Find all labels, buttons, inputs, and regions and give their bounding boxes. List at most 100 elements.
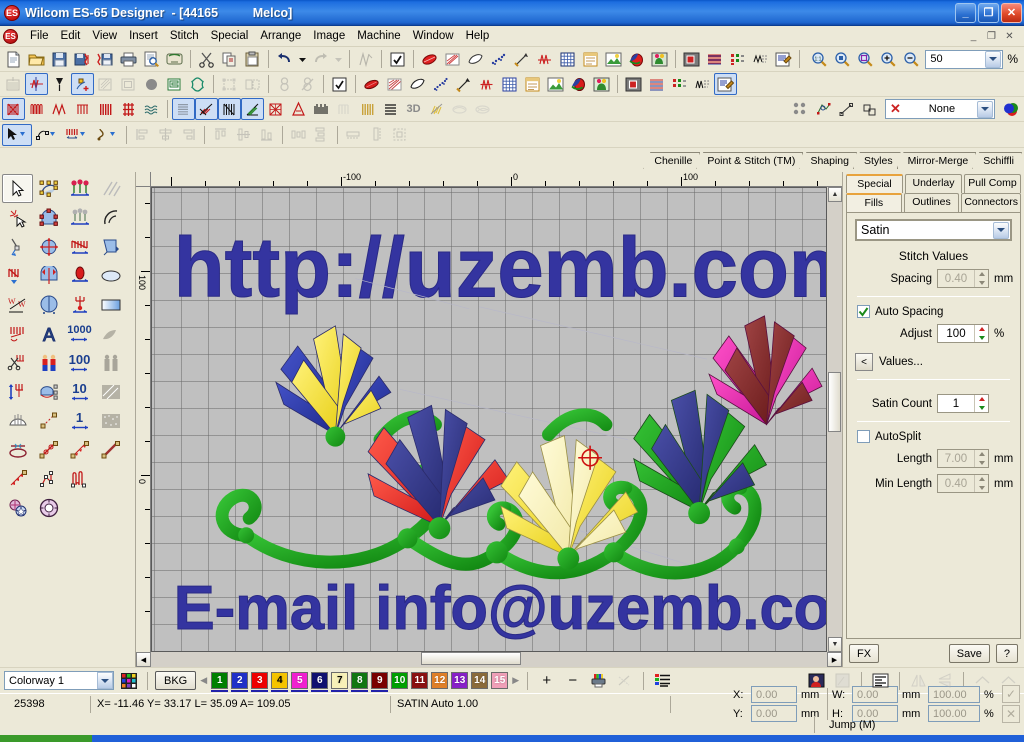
stitch-view-button[interactable] [703, 48, 726, 70]
stitch-count-10-button[interactable]: 10 [64, 377, 95, 406]
color-swatch-14[interactable]: 14 [471, 672, 489, 689]
scroll-right-button[interactable]: ▶ [827, 652, 842, 667]
letter-a-tool-button[interactable]: A [33, 319, 64, 348]
exit-point-button[interactable] [858, 98, 881, 120]
candlewick-button[interactable] [333, 98, 356, 120]
remove-stitches-tool-button[interactable] [2, 319, 33, 348]
anchor-stitch-tool-button[interactable] [64, 290, 95, 319]
palette-icon[interactable] [117, 670, 140, 692]
ungroup-button[interactable] [241, 73, 264, 95]
stitch-editor-tool-button[interactable] [2, 261, 33, 290]
x-input[interactable]: 0.00 [751, 686, 797, 703]
fill-type-combo[interactable]: Satin [855, 219, 1012, 241]
zigzag-line-tool-button[interactable] [64, 464, 95, 493]
redo-dropdown-button[interactable] [332, 48, 345, 70]
motif-line-tool-button[interactable] [64, 435, 95, 464]
same-size-button[interactable] [388, 124, 411, 146]
mirror-horizontal-tool-button[interactable] [33, 261, 64, 290]
mirror-merge-tool-button[interactable] [33, 232, 64, 261]
print-button[interactable] [117, 48, 140, 70]
satin-count-spin-buttons[interactable] [974, 395, 988, 412]
align-bottom-button[interactable] [255, 124, 278, 146]
star-stamp-tool-button[interactable] [2, 493, 33, 522]
stitch-count-1-button[interactable]: 1 [64, 406, 95, 435]
length-spin-buttons[interactable] [974, 450, 988, 467]
stitch-mode-button[interactable] [62, 124, 92, 146]
satin-column-button[interactable] [218, 98, 241, 120]
zoom-level-combo[interactable]: 50 [925, 49, 1004, 69]
zoom-1-1-button[interactable]: 1:1 [808, 48, 831, 70]
arc-tool-button[interactable] [95, 203, 126, 232]
doctab-styles[interactable]: Styles [853, 152, 901, 169]
menu-edit[interactable]: Edit [55, 28, 87, 44]
auto-spacing-row[interactable]: Auto Spacing [857, 305, 1012, 318]
redo-button[interactable] [309, 48, 332, 70]
doctab-point-and-stitch[interactable]: Point & Stitch (TM) [696, 152, 803, 169]
straight-line-tool-button[interactable] [95, 435, 126, 464]
color-swatch-9[interactable]: 9 [371, 672, 389, 692]
hoop-toggle-button[interactable] [579, 48, 602, 70]
zoom-to-hoop-button[interactable] [854, 48, 877, 70]
entry-point-button[interactable] [835, 98, 858, 120]
menu-arrange[interactable]: Arrange [254, 28, 307, 44]
minimize-button[interactable]: _ [955, 2, 976, 23]
zigzag-stitch-button[interactable] [25, 98, 48, 120]
undo-dropdown-button[interactable] [296, 48, 309, 70]
ripple-stitch-button[interactable] [140, 98, 163, 120]
design-canvas[interactable]: http://uzemb.com E-mail info@uzemb.com [151, 187, 827, 652]
new-document-button[interactable] [2, 48, 25, 70]
min-length-spin-buttons[interactable] [974, 475, 988, 492]
satin-fill-button[interactable] [418, 48, 441, 70]
e-stitch-button[interactable] [48, 98, 71, 120]
lock-object-button[interactable] [273, 73, 296, 95]
check-properties-button[interactable] [328, 73, 351, 95]
hoop-view-button[interactable] [521, 73, 544, 95]
mdi-close-button[interactable]: ✕ [1002, 29, 1017, 43]
bitmap-toggle-button[interactable] [622, 73, 645, 95]
stitch-lines-button[interactable] [645, 73, 668, 95]
ellipse-tool-button[interactable] [95, 261, 126, 290]
needle-points-button[interactable] [726, 48, 749, 70]
color-swatch-12[interactable]: 12 [431, 672, 449, 689]
mirror-vertical-icon[interactable] [933, 670, 956, 692]
satin-blob-tool-button[interactable] [64, 261, 95, 290]
min-length-stepper[interactable]: 0.40 [937, 474, 989, 493]
auto-digitize-button[interactable] [2, 73, 25, 95]
cross-stitch-button[interactable] [264, 98, 287, 120]
auto-start-stop-button[interactable] [789, 98, 812, 120]
scroll-down-button[interactable]: ▼ [828, 637, 842, 652]
artwork-view-button[interactable] [590, 73, 613, 95]
color-swatch-7[interactable]: 7 [331, 672, 349, 692]
gradient-fill-button[interactable] [241, 98, 264, 120]
adjust-spin-buttons[interactable] [974, 325, 988, 342]
stitch-grid-button[interactable] [94, 73, 117, 95]
unlock-object-button[interactable] [296, 73, 319, 95]
arch-reshape-tool-button[interactable] [33, 203, 64, 232]
save-button[interactable]: Save [948, 644, 990, 663]
stitch-direction-button[interactable] [533, 48, 556, 70]
stitch-angle-button[interactable] [510, 48, 533, 70]
blob-object-button[interactable] [140, 73, 163, 95]
menu-help[interactable]: Help [460, 28, 496, 44]
color-fill-button[interactable] [625, 48, 648, 70]
vscroll-thumb[interactable] [828, 372, 841, 432]
menu-stitch[interactable]: Stitch [164, 28, 205, 44]
connectors-view-button[interactable] [749, 48, 772, 70]
motif-type-button[interactable] [429, 73, 452, 95]
send-to-machine-button[interactable] [163, 48, 186, 70]
wreath-outline-button[interactable] [186, 73, 209, 95]
doctab-chenille[interactable]: Chenille [643, 152, 700, 169]
chevron-down-icon[interactable] [993, 221, 1009, 239]
color-swatch-4[interactable]: 4 [271, 672, 289, 692]
insert-stitch-tool-button[interactable] [2, 377, 33, 406]
distribute-h-button[interactable] [287, 124, 310, 146]
satin-stitch-button[interactable] [2, 98, 25, 120]
chevron-down-icon[interactable] [97, 672, 113, 689]
values-expand-button[interactable]: < [855, 353, 873, 371]
spacing-stepper[interactable]: 0.40 [937, 269, 989, 288]
values-label[interactable]: Values... [879, 356, 923, 368]
group-button[interactable] [218, 73, 241, 95]
contour-stitch-button[interactable] [195, 98, 218, 120]
add-color-button[interactable]: + [535, 670, 558, 692]
curve-line-tool-button[interactable] [33, 435, 64, 464]
